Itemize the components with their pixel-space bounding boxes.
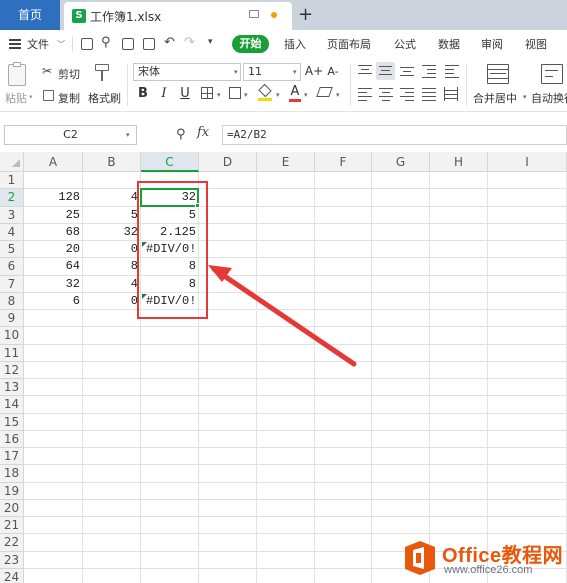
menu-review[interactable]: 审阅: [481, 36, 503, 52]
merge-center-icon[interactable]: [487, 64, 509, 84]
borders-icon[interactable]: [201, 87, 213, 99]
spreadsheet-file-icon: S: [72, 9, 86, 23]
paste-dropdown-icon[interactable]: ▾: [29, 93, 33, 101]
format-painter-quick-icon[interactable]: ⚲: [101, 35, 111, 50]
cell-style-icon[interactable]: [229, 87, 241, 99]
justify-icon[interactable]: [422, 87, 436, 101]
watermark-url: www.office26.com: [444, 564, 533, 576]
clear-dropdown-icon[interactable]: ▾: [336, 91, 340, 99]
menu-formulas[interactable]: 公式: [394, 36, 416, 52]
italic-button[interactable]: I: [158, 84, 170, 102]
eraser-icon[interactable]: [316, 87, 333, 97]
watermark: Office教程网 www.office26.com: [398, 536, 567, 583]
formula-input[interactable]: =A2/B2: [222, 125, 567, 145]
hamburger-menu-icon[interactable]: [9, 39, 21, 49]
tab-home[interactable]: 首页: [0, 0, 60, 30]
font-name-dropdown-icon[interactable]: ▾: [234, 68, 238, 76]
tab-bar: 首页 S 工作簿1.xlsx +: [0, 0, 567, 30]
ribbon-divider: [127, 64, 128, 106]
font-name-select[interactable]: 宋体: [133, 63, 241, 81]
undo-icon[interactable]: ↶: [164, 35, 175, 50]
auto-wrap-icon[interactable]: [541, 64, 563, 84]
ribbon-divider: [466, 64, 467, 106]
fill-color-dropdown-icon[interactable]: ▾: [276, 91, 280, 99]
increase-indent-icon[interactable]: [445, 64, 459, 78]
underline-button[interactable]: U: [179, 84, 191, 102]
decrease-font-size-icon[interactable]: A-: [326, 62, 340, 80]
redo-icon[interactable]: ↷: [184, 35, 195, 50]
font-color-icon[interactable]: A: [289, 83, 301, 99]
merge-center-button[interactable]: 合并居中: [473, 90, 517, 106]
cell-style-dropdown-icon[interactable]: ▾: [244, 91, 248, 99]
ribbon-divider: [350, 64, 351, 106]
fill-color-icon[interactable]: [258, 83, 272, 101]
insert-function-fx-icon[interactable]: fx: [197, 125, 209, 140]
quick-access-dropdown-icon[interactable]: ▾: [208, 37, 213, 47]
align-center-icon[interactable]: [379, 87, 393, 101]
formula-bar: C2 ▾ ⚲ fx =A2/B2: [0, 122, 567, 148]
font-size-dropdown-icon[interactable]: ▾: [293, 68, 297, 76]
menu-home-tab[interactable]: 开始: [232, 35, 269, 53]
name-box-dropdown-icon[interactable]: ▾: [126, 131, 130, 139]
menu-insert[interactable]: 插入: [284, 36, 306, 52]
copy-button[interactable]: 复制: [58, 90, 80, 106]
menu-data[interactable]: 数据: [438, 36, 460, 52]
save-icon[interactable]: [81, 38, 93, 50]
red-annotation-arrow: [208, 265, 357, 367]
office-logo-icon: [405, 541, 435, 575]
distributed-align-icon[interactable]: [444, 87, 458, 101]
align-top-icon[interactable]: [358, 64, 372, 78]
align-bottom-icon[interactable]: [400, 64, 414, 78]
tab-workbook[interactable]: S 工作簿1.xlsx: [64, 2, 292, 30]
menu-file[interactable]: 文件: [27, 36, 49, 52]
zoom-search-icon[interactable]: ⚲: [176, 127, 186, 142]
paste-button[interactable]: 粘贴: [5, 90, 27, 106]
menu-view[interactable]: 视图: [525, 36, 547, 52]
menu-bar: 文件 ﹀ ⚲ ↶ ↷ ▾ 开始 插入 页面布局 公式 数据 审阅 视图: [0, 30, 567, 58]
ribbon: 粘贴 ▾ ✂ 剪切 复制 格式刷 宋体 ▾ 11 ▾ A+ A- B I U ▾…: [0, 58, 567, 112]
merge-dropdown-icon[interactable]: ▾: [523, 93, 527, 101]
copy-icon: [43, 90, 54, 101]
tab-workbook-label: 工作簿1.xlsx: [90, 10, 162, 24]
new-tab-plus-icon[interactable]: +: [298, 2, 313, 28]
align-right-icon[interactable]: [400, 87, 414, 101]
print-icon[interactable]: [122, 38, 134, 50]
format-painter-icon: [95, 64, 109, 82]
format-painter-button[interactable]: 格式刷: [88, 90, 121, 106]
font-color-dropdown-icon[interactable]: ▾: [304, 91, 308, 99]
spreadsheet-grid[interactable]: ABCDEFGHI 1 2 3 4 5 6 7 8 9 10 11 12 13 14 15 16 17 18 19 2…: [0, 152, 567, 583]
menu-divider: [72, 36, 73, 52]
chevron-down-icon: ﹀: [57, 40, 65, 49]
decrease-indent-icon[interactable]: [422, 64, 436, 78]
menu-page-layout[interactable]: 页面布局: [327, 36, 371, 52]
borders-dropdown-icon[interactable]: ▾: [217, 91, 221, 99]
font-color-swatch: [289, 99, 301, 102]
cut-button[interactable]: 剪切: [58, 66, 80, 82]
name-box[interactable]: C2: [4, 125, 137, 145]
monitor-icon[interactable]: [249, 10, 259, 18]
increase-font-size-icon[interactable]: A+: [305, 62, 323, 80]
align-left-icon[interactable]: [358, 87, 372, 101]
auto-wrap-button[interactable]: 自动换行: [531, 90, 567, 106]
scissors-icon: ✂: [42, 64, 53, 78]
bold-button[interactable]: B: [137, 84, 149, 102]
paste-icon[interactable]: [8, 62, 26, 86]
print-preview-icon[interactable]: [143, 38, 155, 50]
align-middle-icon[interactable]: [376, 62, 395, 80]
unsaved-dot-icon: [271, 12, 277, 18]
